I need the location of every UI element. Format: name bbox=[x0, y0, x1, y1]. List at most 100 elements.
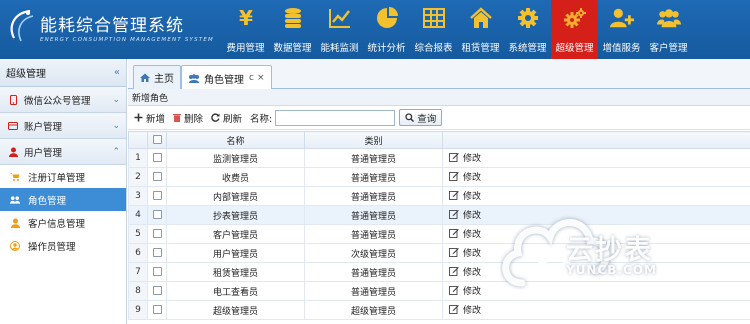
table-row[interactable]: 5 客户管理员 普通管理员 修改 bbox=[128, 224, 750, 244]
search-button[interactable]: 查询 bbox=[399, 109, 443, 126]
role-name-cell: 超级管理员 bbox=[166, 300, 305, 320]
role-type-cell: 普通管理员 bbox=[304, 224, 443, 244]
nav-customer[interactable]: 客户管理 bbox=[645, 0, 692, 59]
plus-icon bbox=[134, 113, 143, 122]
edit-label: 修改 bbox=[463, 286, 482, 297]
tab-bar: 主页 角色管理 c × bbox=[128, 59, 750, 90]
nav-monitor[interactable]: 能耗监测 bbox=[316, 0, 363, 59]
edit-button[interactable]: 修改 bbox=[449, 284, 481, 297]
row-checkbox[interactable] bbox=[147, 148, 167, 168]
edit-button[interactable]: 修改 bbox=[449, 265, 481, 278]
name-search-input[interactable] bbox=[275, 109, 396, 126]
table-row[interactable]: 4 抄表管理员 普通管理员 修改 bbox=[128, 205, 750, 225]
table-row[interactable]: 9 超级管理员 超级管理员 修改 bbox=[128, 300, 750, 320]
nav-lease[interactable]: 租赁管理 bbox=[457, 0, 504, 59]
row-checkbox[interactable] bbox=[147, 262, 167, 282]
collapse-sidebar-icon[interactable]: « bbox=[114, 67, 120, 78]
sidebar-item-roles[interactable]: 角色管理 bbox=[0, 188, 126, 211]
sidebar-item-register-orders[interactable]: 注册订单管理 bbox=[0, 165, 126, 188]
name-label: 名称: bbox=[250, 113, 273, 125]
home-icon bbox=[140, 73, 150, 82]
tab-home[interactable]: 主页 bbox=[133, 65, 181, 89]
role-type-cell: 普通管理员 bbox=[304, 281, 443, 301]
row-checkbox[interactable] bbox=[147, 224, 167, 244]
actions-cell: 修改 bbox=[442, 186, 750, 206]
row-checkbox[interactable] bbox=[147, 300, 167, 320]
close-tab-icon[interactable]: × bbox=[257, 73, 265, 83]
row-checkbox[interactable] bbox=[147, 167, 167, 187]
column-header-name[interactable]: 名称 bbox=[166, 131, 305, 149]
add-button[interactable]: 新增 bbox=[134, 111, 165, 125]
nav-label: 超级管理 bbox=[555, 43, 594, 54]
edit-icon bbox=[449, 210, 459, 220]
nav-fee[interactable]: ¥ 费用管理 bbox=[222, 0, 269, 59]
table-row[interactable]: 1 监测管理员 普通管理员 修改 bbox=[128, 148, 750, 168]
user-icon bbox=[10, 218, 20, 228]
edit-button[interactable]: 修改 bbox=[449, 208, 481, 221]
edit-icon bbox=[449, 248, 459, 258]
row-number: 5 bbox=[128, 224, 148, 244]
row-checkbox[interactable] bbox=[147, 205, 167, 225]
sidebar-group-wechat[interactable]: 微信公众号管理 ⌄ bbox=[0, 87, 126, 113]
sidebar: 超级管理 « 微信公众号管理 ⌄ 账户管理 ⌄ 用户管理 ⌃ 注册订单管理 角色… bbox=[0, 59, 127, 324]
row-number: 6 bbox=[128, 243, 148, 263]
edit-button[interactable]: 修改 bbox=[449, 151, 481, 164]
sidebar-item-customer-info[interactable]: 客户信息管理 bbox=[0, 211, 126, 234]
refresh-tab-icon[interactable]: c bbox=[249, 73, 254, 83]
nav-super-admin[interactable]: 超级管理 bbox=[551, 0, 598, 59]
sidebar-header: 超级管理 « bbox=[0, 59, 126, 87]
edit-button[interactable]: 修改 bbox=[449, 303, 481, 316]
nav-report[interactable]: 综合报表 bbox=[410, 0, 457, 59]
user-plus-icon bbox=[609, 6, 634, 30]
edit-button[interactable]: 修改 bbox=[449, 189, 481, 202]
refresh-button[interactable]: 刷新 bbox=[211, 111, 242, 125]
role-name-cell: 客户管理员 bbox=[166, 224, 305, 244]
role-type-cell: 超级管理员 bbox=[304, 300, 443, 320]
select-all-checkbox[interactable] bbox=[147, 131, 167, 149]
sidebar-group-user[interactable]: 用户管理 ⌃ bbox=[0, 139, 126, 165]
tab-label: 主页 bbox=[154, 74, 174, 85]
nav-label: 统计分析 bbox=[367, 43, 406, 54]
edit-icon bbox=[449, 191, 459, 201]
sidebar-group-label: 微信公众号管理 bbox=[24, 95, 91, 107]
edit-button[interactable]: 修改 bbox=[449, 246, 481, 259]
delete-button[interactable]: 删除 bbox=[173, 111, 203, 125]
role-type-cell: 普通管理员 bbox=[304, 167, 443, 187]
edit-label: 修改 bbox=[463, 229, 482, 240]
role-name-cell: 监测管理员 bbox=[166, 148, 305, 168]
table-row[interactable]: 3 内部管理员 普通管理员 修改 bbox=[128, 186, 750, 206]
nav-label: 租赁管理 bbox=[461, 43, 500, 54]
row-checkbox[interactable] bbox=[147, 186, 167, 206]
chevron-up-icon: ⌃ bbox=[112, 146, 120, 157]
tab-roles[interactable]: 角色管理 c × bbox=[181, 65, 272, 90]
sidebar-group-account[interactable]: 账户管理 ⌄ bbox=[0, 113, 126, 139]
role-name-cell: 租赁管理员 bbox=[166, 262, 305, 282]
edit-button[interactable]: 修改 bbox=[449, 170, 481, 183]
nav-system[interactable]: 系统管理 bbox=[504, 0, 551, 59]
sidebar-item-label: 注册订单管理 bbox=[28, 172, 86, 184]
sidebar-item-label: 客户信息管理 bbox=[28, 218, 86, 230]
actions-cell: 修改 bbox=[442, 281, 750, 301]
edit-label: 修改 bbox=[463, 153, 482, 164]
column-header-type[interactable]: 类别 bbox=[304, 131, 443, 149]
sidebar-item-operators[interactable]: 操作员管理 bbox=[0, 234, 126, 257]
nav-data[interactable]: 数据管理 bbox=[269, 0, 316, 59]
nav-label: 能耗监测 bbox=[320, 43, 359, 54]
nav-stats[interactable]: 统计分析 bbox=[363, 0, 410, 59]
row-number: 8 bbox=[128, 281, 148, 301]
row-checkbox[interactable] bbox=[147, 281, 167, 301]
role-type-cell: 普通管理员 bbox=[304, 205, 443, 225]
edit-button[interactable]: 修改 bbox=[449, 227, 481, 240]
edit-label: 修改 bbox=[463, 248, 482, 259]
nav-value-added[interactable]: 增值服务 bbox=[598, 0, 645, 59]
table-row[interactable]: 2 收费员 普通管理员 修改 bbox=[128, 167, 750, 187]
table-row[interactable]: 6 用户管理员 次级管理员 修改 bbox=[128, 243, 750, 263]
row-number: 2 bbox=[128, 167, 148, 187]
table-row[interactable]: 8 电工查看员 普通管理员 修改 bbox=[128, 281, 750, 301]
refresh-label: 刷新 bbox=[223, 113, 243, 125]
row-checkbox[interactable] bbox=[147, 243, 167, 263]
sidebar-group-label: 账户管理 bbox=[24, 121, 63, 133]
nav-label: 费用管理 bbox=[226, 43, 265, 54]
role-type-cell: 普通管理员 bbox=[304, 262, 443, 282]
nav-label: 客户管理 bbox=[649, 43, 688, 54]
